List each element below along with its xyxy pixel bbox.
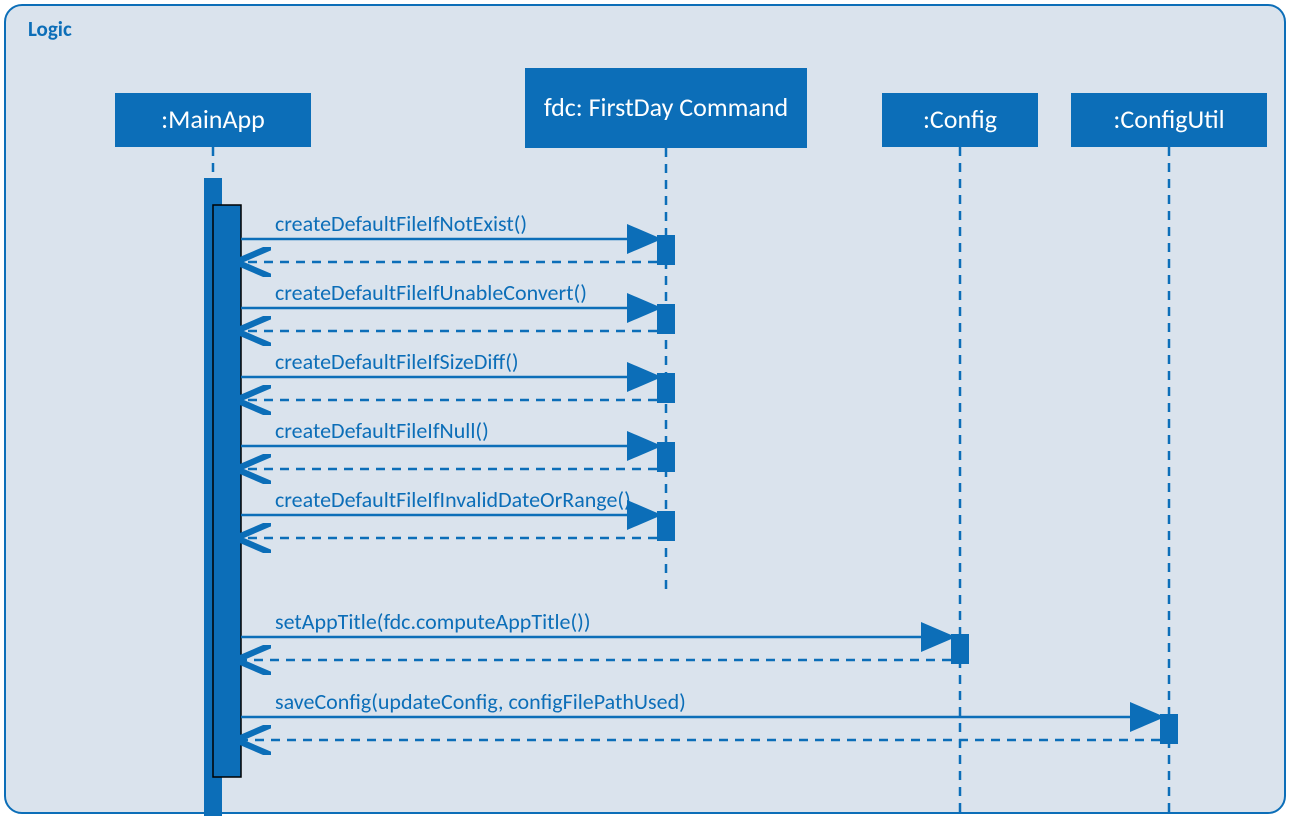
message-label: createDefaultFileIfNotExist() — [275, 210, 527, 237]
message-label: createDefaultFileIfInvalidDateOrRange() — [275, 486, 631, 513]
message-label: createDefaultFileIfUnableConvert() — [275, 279, 587, 306]
message-label: createDefaultFileIfSizeDiff() — [275, 348, 519, 375]
message-label: setAppTitle(fdc.computeAppTitle()) — [275, 608, 591, 635]
lifelines — [213, 147, 1169, 816]
activation-fdc-4 — [657, 442, 675, 472]
activation-mainapp-inner — [213, 205, 241, 777]
activation-configutil-1 — [1160, 714, 1178, 744]
message-label: saveConfig(updateConfig, configFilePathU… — [275, 688, 686, 715]
activation-fdc-1 — [657, 235, 675, 265]
activation-fdc-5 — [657, 511, 675, 541]
sequence-frame: Logic :MainApp fdc: FirstDay Command :Co… — [4, 4, 1286, 814]
activation-fdc-3 — [657, 373, 675, 403]
activation-fdc-2 — [657, 304, 675, 334]
message-label: createDefaultFileIfNull() — [275, 417, 489, 444]
activation-config-1 — [951, 634, 969, 664]
